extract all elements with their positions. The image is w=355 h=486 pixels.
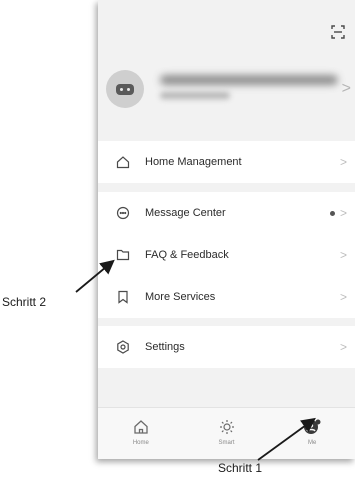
robot-avatar-icon <box>116 83 134 95</box>
settings-card: Settings > <box>98 326 355 368</box>
profile-chevron-icon: > <box>341 80 351 97</box>
menu-label-faq-feedback: FAQ & Feedback <box>145 249 229 261</box>
tab-smart[interactable]: Smart <box>184 408 270 459</box>
tab-label-smart: Smart <box>218 440 235 446</box>
home-management-card: Home Management > <box>98 141 355 183</box>
tab-me[interactable]: Me <box>269 408 355 459</box>
menu-label-more-services: More Services <box>145 291 216 303</box>
avatar[interactable] <box>106 70 144 108</box>
sun-icon <box>217 417 237 437</box>
unread-dot <box>330 211 335 216</box>
home-icon <box>131 417 151 437</box>
bookmark-icon <box>116 290 130 304</box>
bottom-tab-bar: Home Smart Me <box>98 407 355 459</box>
chevron-right-icon: > <box>339 340 347 354</box>
chevron-right-icon: > <box>339 206 347 220</box>
callout-step-2: Schritt 2 <box>2 295 47 309</box>
folder-icon <box>116 248 130 262</box>
chevron-right-icon: > <box>339 290 347 304</box>
menu-label-home-management: Home Management <box>145 156 242 168</box>
tab-home[interactable]: Home <box>98 408 184 459</box>
house-outline-icon <box>116 155 130 169</box>
profile-subtitle-blurred <box>160 92 230 99</box>
menu-item-faq-feedback[interactable]: FAQ & Feedback > <box>98 234 355 276</box>
support-card: Message Center > FAQ & Feedback > More S… <box>98 192 355 318</box>
chevron-right-icon: > <box>339 248 347 262</box>
menu-item-home-management[interactable]: Home Management > <box>98 141 355 183</box>
menu-item-settings[interactable]: Settings > <box>98 326 355 368</box>
menu-label-message-center: Message Center <box>145 207 226 219</box>
screenshot-stage: > Home Management > Message Center > FAQ… <box>0 0 355 486</box>
callout-step-1: Schritt 1 <box>218 461 263 475</box>
menu-item-message-center[interactable]: Message Center > <box>98 192 355 234</box>
profile-name-blurred <box>160 75 338 85</box>
chat-bubble-icon <box>116 206 130 220</box>
hexagon-gear-icon <box>116 340 130 354</box>
tab-label-home: Home <box>132 440 149 446</box>
scan-icon[interactable] <box>329 23 347 41</box>
phone-screen: > Home Management > Message Center > FAQ… <box>98 0 355 459</box>
menu-label-settings: Settings <box>145 341 185 353</box>
tab-label-me: Me <box>308 440 317 446</box>
chevron-right-icon: > <box>339 155 347 169</box>
person-icon <box>302 417 322 437</box>
menu-item-more-services[interactable]: More Services > <box>98 276 355 318</box>
profile-header[interactable]: > <box>98 47 355 136</box>
